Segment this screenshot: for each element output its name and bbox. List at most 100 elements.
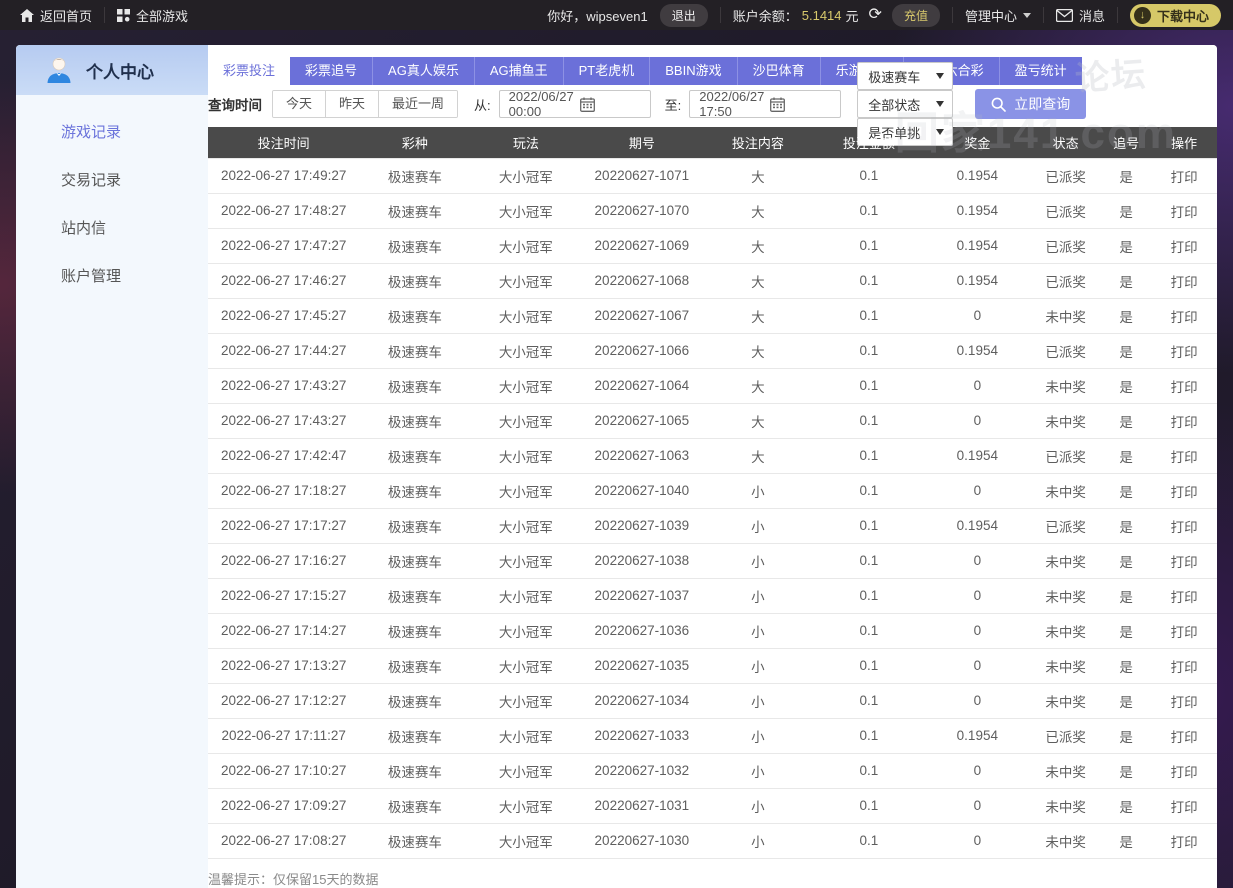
cell-bet-content: 大: [702, 263, 814, 299]
quick-date-今天[interactable]: 今天: [273, 91, 327, 117]
print-link[interactable]: 打印: [1151, 473, 1217, 509]
tab-PT老虎机[interactable]: PT老虎机: [563, 57, 651, 85]
print-link[interactable]: 打印: [1151, 788, 1217, 824]
admin-center-menu[interactable]: 管理中心: [965, 6, 1031, 25]
all-games-label: 全部游戏: [136, 8, 189, 24]
print-link[interactable]: 打印: [1151, 578, 1217, 614]
cell-period: 20220627-1065: [581, 403, 703, 439]
filter-bar: 查询时间 今天 昨天 最近一周 从: 2022/06/27 00:00 至: 202…: [208, 62, 1217, 146]
cell-prize: 0: [924, 403, 1031, 439]
search-button[interactable]: 立即查询: [975, 89, 1087, 119]
home-label: 返回首页: [40, 8, 93, 24]
table-body: 2022-06-27 17:49:27 极速赛车 大小冠军 20220627-1071…: [208, 157, 1217, 859]
cell-prize: 0: [924, 543, 1031, 579]
print-link[interactable]: 打印: [1151, 508, 1217, 544]
balance-unit: 元: [845, 8, 859, 24]
cell-prize: 0.1954: [924, 718, 1031, 754]
tab-AG真人娱乐[interactable]: AG真人娱乐: [373, 57, 475, 85]
to-date-input[interactable]: 2022/06/27 17:50: [689, 89, 842, 119]
messages-link[interactable]: 消息: [1055, 6, 1105, 25]
sidebar-item-交易记录[interactable]: 交易记录: [16, 143, 208, 191]
topbar-divider: [1116, 7, 1118, 23]
print-link[interactable]: 打印: [1151, 753, 1217, 789]
col-header-操作: 操作: [1151, 127, 1217, 158]
print-link[interactable]: 打印: [1151, 368, 1217, 404]
topbar-divider: [719, 7, 721, 23]
cell-play-type: 大小冠军: [470, 613, 582, 649]
sidebar-item-站内信[interactable]: 站内信: [16, 191, 208, 239]
print-link[interactable]: 打印: [1151, 648, 1217, 684]
cell-bet-content: 小: [702, 473, 814, 509]
cell-prize: 0: [924, 298, 1031, 334]
all-games-link[interactable]: 全部游戏: [105, 6, 200, 25]
tab-盈亏统计[interactable]: 盈亏统计: [999, 57, 1082, 85]
table-row: 2022-06-27 17:10:27 极速赛车 大小冠军 20220627-1032…: [208, 753, 1217, 789]
cell-lottery: 极速赛车: [359, 508, 471, 544]
print-link[interactable]: 打印: [1151, 298, 1217, 334]
cell-lottery: 极速赛车: [359, 438, 471, 474]
tab-沙巴体育[interactable]: 沙巴体育: [737, 57, 821, 85]
cell-prize: 0.1954: [924, 157, 1031, 194]
bet-records-table: 投注时间 彩种 玩法 期号 投注内容 投注金额 奖金 状态 追号 操作 2022-06-27 17…: [208, 127, 1217, 859]
balance-value: 5.1414: [801, 7, 842, 23]
print-link[interactable]: 打印: [1151, 613, 1217, 649]
print-link[interactable]: 打印: [1151, 683, 1217, 719]
download-center-button[interactable]: ↓ 下载中心: [1129, 3, 1221, 27]
status-select[interactable]: 全部状态: [857, 90, 954, 118]
cell-period: 20220627-1066: [581, 333, 703, 369]
print-link[interactable]: 打印: [1151, 193, 1217, 229]
print-link[interactable]: 打印: [1151, 438, 1217, 474]
home-link[interactable]: 返回首页: [8, 6, 104, 25]
lottery-select[interactable]: 极速赛车: [857, 62, 954, 90]
cell-status: 未中奖: [1030, 753, 1101, 789]
cell-status: 已派奖: [1030, 263, 1101, 299]
sidebar-item-游戏记录[interactable]: 游戏记录: [16, 95, 208, 143]
print-link[interactable]: 打印: [1151, 823, 1217, 859]
cell-bet-content: 大: [702, 438, 814, 474]
print-link[interactable]: 打印: [1151, 263, 1217, 299]
cell-lottery: 极速赛车: [359, 578, 471, 614]
cell-prize: 0: [924, 683, 1031, 719]
search-icon: [991, 97, 1007, 112]
quick-date-group: 今天 昨天 最近一周: [272, 90, 459, 118]
tab-彩票投注[interactable]: 彩票投注: [208, 57, 291, 85]
home-icon: [20, 8, 34, 22]
cell-prize: 0.1954: [924, 438, 1031, 474]
calendar-icon[interactable]: [770, 97, 834, 112]
print-link[interactable]: 打印: [1151, 718, 1217, 754]
quick-date-最近一周[interactable]: 最近一周: [379, 91, 458, 117]
calendar-icon[interactable]: [579, 97, 644, 112]
lottery-select-value: 极速赛车: [868, 69, 921, 85]
refresh-balance-icon[interactable]: ⟳: [869, 7, 882, 23]
cell-period: 20220627-1063: [581, 438, 703, 474]
from-date-input[interactable]: 2022/06/27 00:00: [498, 89, 651, 119]
from-date-value: 2022/06/27 00:00: [508, 89, 574, 119]
cell-bet-content: 小: [702, 578, 814, 614]
print-link[interactable]: 打印: [1151, 157, 1217, 194]
print-link[interactable]: 打印: [1151, 333, 1217, 369]
recharge-button[interactable]: 充值: [891, 3, 940, 27]
cell-period: 20220627-1037: [581, 578, 703, 614]
table-row: 2022-06-27 17:45:27 极速赛车 大小冠军 20220627-1067…: [208, 298, 1217, 334]
print-link[interactable]: 打印: [1151, 543, 1217, 579]
tab-BBIN游戏[interactable]: BBIN游戏: [650, 57, 738, 85]
cell-period: 20220627-1039: [581, 508, 703, 544]
cell-prize: 0.1954: [924, 193, 1031, 229]
cell-lottery: 极速赛车: [359, 473, 471, 509]
tab-彩票追号[interactable]: 彩票追号: [290, 57, 374, 85]
logout-button[interactable]: 退出: [659, 3, 708, 27]
print-link[interactable]: 打印: [1151, 403, 1217, 439]
cell-play-type: 大小冠军: [470, 368, 582, 404]
cell-lottery: 极速赛车: [359, 648, 471, 684]
cell-bet-amount: 0.1: [813, 298, 925, 334]
print-link[interactable]: 打印: [1151, 228, 1217, 264]
cell-chase: 是: [1100, 228, 1152, 264]
quick-date-昨天[interactable]: 昨天: [326, 91, 380, 117]
to-label: 至:: [664, 97, 682, 113]
cell-period: 20220627-1038: [581, 543, 703, 579]
cell-chase: 是: [1100, 718, 1152, 754]
grid-icon: [117, 8, 131, 22]
sidebar-item-账户管理[interactable]: 账户管理: [16, 239, 208, 287]
tab-AG捕鱼王[interactable]: AG捕鱼王: [474, 57, 564, 85]
cell-period: 20220627-1030: [581, 823, 703, 859]
